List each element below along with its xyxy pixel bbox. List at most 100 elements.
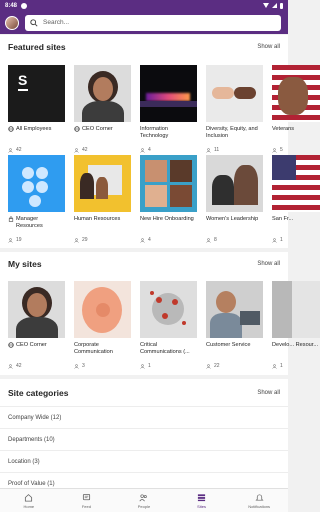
site-thumbnail-ceo-portrait xyxy=(8,281,65,338)
site-member-count: 5 xyxy=(280,147,283,153)
person-icon xyxy=(206,363,211,369)
person-icon xyxy=(206,147,211,153)
site-card-title: Corporate Communication xyxy=(74,342,113,355)
site-thumbnail-onboarding-grid xyxy=(140,155,197,212)
site-card-title: Human Resources xyxy=(74,216,121,222)
my-sites-title: My sites xyxy=(8,259,42,269)
site-member-count: 1 xyxy=(148,363,151,369)
globe-icon xyxy=(8,342,14,351)
battery-icon xyxy=(280,2,283,9)
sites-icon xyxy=(197,493,206,501)
site-thumbnail-ceo-portrait xyxy=(74,65,131,122)
person-icon xyxy=(140,237,145,243)
site-card[interactable]: Women's Leadership 8 xyxy=(206,155,263,243)
category-item[interactable]: Location (3) xyxy=(0,450,288,472)
site-thumbnail-women-leadership xyxy=(206,155,263,212)
site-thumbnail-flag xyxy=(272,65,320,122)
my-sites-show-all-link[interactable]: Show all xyxy=(257,261,280,267)
site-card-title: Diversity, Equity, and Inclusion xyxy=(206,126,258,139)
nav-sites[interactable]: Sites xyxy=(173,489,231,512)
site-card-title: All Employees xyxy=(16,126,52,132)
site-thumbnail-hr xyxy=(74,155,131,212)
person-icon xyxy=(140,147,145,153)
site-card-title: CEO Corner xyxy=(16,342,47,348)
site-card[interactable]: Corporate Communication 3 xyxy=(74,281,131,369)
site-card-title: Customer Service xyxy=(206,342,251,348)
globe-icon xyxy=(74,126,80,135)
site-thumbnail-fist-bump xyxy=(206,65,263,122)
nav-notifications[interactable]: Notifications xyxy=(230,489,288,512)
featured-show-all-link[interactable]: Show all xyxy=(257,44,280,50)
site-card-title: Critical Communications (... xyxy=(140,342,190,355)
top-app-bar: Search... xyxy=(0,11,288,34)
nav-label: Feed xyxy=(81,503,91,509)
site-card[interactable]: Critical Communications (... 1 xyxy=(140,281,197,369)
bell-icon xyxy=(255,493,264,501)
site-card[interactable]: Customer Service 22 xyxy=(206,281,263,369)
site-member-count: 1 xyxy=(280,363,283,369)
person-icon xyxy=(74,147,79,153)
site-card[interactable]: Diversity, Equity, and Inclusion 11 xyxy=(206,65,263,153)
person-icon xyxy=(8,147,13,153)
person-icon xyxy=(272,147,277,153)
site-card[interactable]: Information Technology 4 xyxy=(140,65,197,153)
profile-avatar[interactable] xyxy=(5,15,19,30)
person-icon xyxy=(8,237,13,243)
category-label: Proof of Value (1) xyxy=(8,480,55,487)
site-card[interactable]: S All Employees 42 xyxy=(8,65,65,153)
site-member-count: 4 xyxy=(148,237,151,243)
site-card[interactable]: Human Resources 29 xyxy=(74,155,131,243)
status-bar: 8:48 xyxy=(0,0,288,11)
person-icon xyxy=(272,237,277,243)
site-member-count: 42 xyxy=(16,363,22,369)
wifi-icon xyxy=(263,3,269,8)
categories-show-all-link[interactable]: Show all xyxy=(257,390,280,396)
site-card[interactable]: Manager Resources 19 xyxy=(8,155,65,243)
site-thumbnail-megaphone xyxy=(74,281,131,338)
site-thumbnail-tech-light xyxy=(140,65,197,122)
bottom-navigation: Home Feed People Sites Notifications xyxy=(0,488,288,512)
site-thumbnail-virus xyxy=(140,281,197,338)
site-card[interactable]: New Hire Onboarding 4 xyxy=(140,155,197,243)
person-icon xyxy=(74,237,79,243)
cellular-icon xyxy=(272,3,277,8)
site-card-title: San Fr... xyxy=(272,216,294,222)
site-card[interactable]: Develo... Resour... 1 xyxy=(272,281,320,369)
nav-home[interactable]: Home xyxy=(0,489,58,512)
person-icon xyxy=(74,363,79,369)
search-icon xyxy=(30,18,38,27)
nav-people[interactable]: People xyxy=(115,489,173,512)
site-thumbnail-customer-service xyxy=(206,281,263,338)
site-card[interactable]: San Fr... 1 xyxy=(272,155,320,243)
site-member-count: 11 xyxy=(214,147,220,153)
feed-icon xyxy=(82,493,90,500)
site-member-count: 3 xyxy=(82,363,85,369)
site-thumbnail-sharepoint-logo: S xyxy=(8,65,65,122)
search-input[interactable]: Search... xyxy=(25,14,281,31)
site-member-count: 8 xyxy=(214,237,217,243)
nav-label: People xyxy=(137,503,151,509)
category-label: Departments (10) xyxy=(8,436,55,443)
site-card[interactable]: Veterans 5 xyxy=(272,65,320,153)
site-card[interactable]: CEO Corner 42 xyxy=(8,281,65,369)
nav-label: Home xyxy=(23,503,35,509)
site-card-title: CEO Corner xyxy=(82,126,113,132)
site-card[interactable]: CEO Corner 42 xyxy=(74,65,131,153)
app-notification-icon xyxy=(21,2,28,9)
site-categories-title: Site categories xyxy=(8,387,69,398)
person-icon xyxy=(206,237,211,243)
category-item[interactable]: Company Wide (12) xyxy=(0,406,288,428)
site-member-count: 4 xyxy=(148,147,151,153)
site-member-count: 22 xyxy=(214,363,220,369)
site-card-title: New Hire Onboarding xyxy=(140,216,194,222)
site-thumbnail-developer xyxy=(272,281,320,338)
globe-icon xyxy=(8,126,14,135)
people-icon xyxy=(139,493,148,501)
nav-feed[interactable]: Feed xyxy=(58,489,116,512)
site-categories-section: Site categories Show all Company Wide (1… xyxy=(0,379,288,488)
category-item[interactable]: Departments (10) xyxy=(0,428,288,450)
site-card-title: Manager Resources xyxy=(16,216,43,229)
site-card-title: Women's Leadership xyxy=(206,216,259,222)
home-icon xyxy=(25,493,33,502)
featured-row-2: Manager Resources 19 Human Resources 29 … xyxy=(8,155,320,243)
